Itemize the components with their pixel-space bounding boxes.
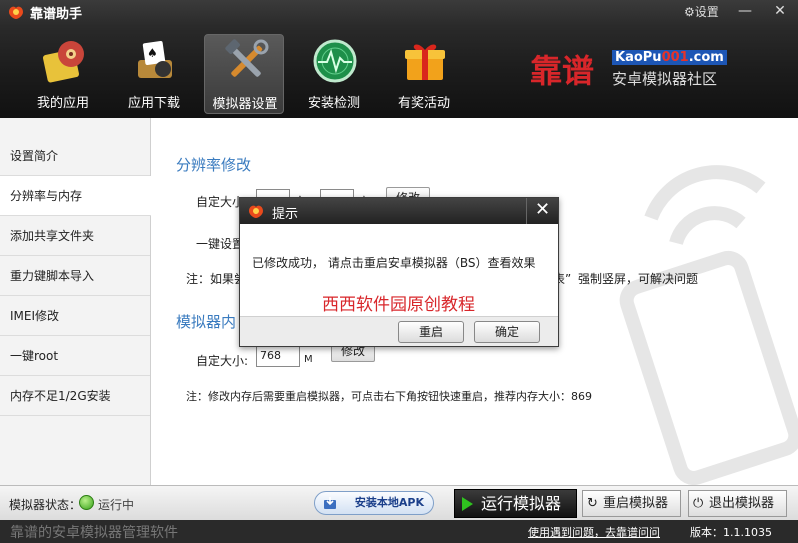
nav-rewards[interactable]: 有奖活动 xyxy=(384,34,464,114)
restart-emulator-label: 重启模拟器 xyxy=(603,496,669,511)
install-apk-button[interactable]: 安装本地APK xyxy=(314,491,434,515)
dialog-title: 提示 xyxy=(272,207,299,222)
dialog-ok-button[interactable]: 确定 xyxy=(474,321,540,343)
footer-slogan: 靠谱的安卓模拟器管理软件 xyxy=(10,525,178,541)
nav-label-install-check: 安装检测 xyxy=(307,96,360,111)
download-icon: ♠ xyxy=(138,40,172,78)
brand-url-number: 001 xyxy=(661,50,689,65)
play-icon xyxy=(462,497,473,511)
phone-watermark-icon xyxy=(619,165,798,485)
minimize-button[interactable]: — xyxy=(733,1,757,21)
restart-icon: ↻ xyxy=(587,496,598,511)
resolution-custom-label: 自定大小 xyxy=(196,195,245,209)
nav-label-app-download: 应用下载 xyxy=(127,96,180,111)
status-bar: 模拟器状态： 运行中 安装本地APK 运行模拟器 ↻ 重启模拟器 ⏻ 退出模拟器 xyxy=(0,485,798,520)
resolution-note-prefix: 注：如果尝 xyxy=(186,272,247,286)
dialog-watermark: 西西软件园原创教程 xyxy=(322,295,475,315)
brand-url-prefix: KaoPu xyxy=(615,50,662,65)
brand-logo: 靠谱 KaoPu001.com 安卓模拟器社区 xyxy=(530,46,760,92)
sidebar: 设置简介 分辨率与内存 添加共享文件夹 重力键脚本导入 IMEI修改 一键roo… xyxy=(0,118,151,485)
nav-emulator-settings[interactable]: 模拟器设置 xyxy=(204,34,284,114)
sidebar-item-low-memory-install[interactable]: 内存不足1/2G安装 xyxy=(0,376,150,416)
status-indicator-icon xyxy=(79,495,94,510)
nav-label-my-apps: 我的应用 xyxy=(36,96,89,111)
settings-label: 设置 xyxy=(694,5,719,19)
gift-icon xyxy=(405,44,445,80)
apk-install-icon xyxy=(324,497,336,509)
nav-app-download[interactable]: ♠ 应用下载 xyxy=(114,34,194,114)
help-link[interactable]: 使用遇到问题，去靠谱问问 xyxy=(528,524,660,540)
success-dialog: 提示 ✕ 已修改成功， 请点击重启安卓模拟器（BS）查看效果 西西软件园原创教程… xyxy=(239,197,559,347)
close-window-button[interactable]: ✕ xyxy=(768,1,792,21)
nav-label-rewards: 有奖活动 xyxy=(397,96,450,111)
version-label: 版本：1.1.1035 xyxy=(690,526,772,539)
brand-logo-text: 靠谱 xyxy=(530,52,595,90)
radar-icon xyxy=(313,39,357,83)
oneclick-setting-label: 一键设置 xyxy=(196,237,245,251)
nav-my-apps[interactable]: 我的应用 xyxy=(23,34,103,114)
memory-title: 模拟器内 xyxy=(176,313,237,331)
resolution-note-suffix: 强制竖屏，可解决问题 xyxy=(578,272,699,286)
install-apk-label: 安装本地APK xyxy=(354,496,424,509)
sidebar-item-root[interactable]: 一键root xyxy=(0,336,150,376)
dialog-restart-button[interactable]: 重启 xyxy=(398,321,464,343)
dialog-footer: 重启 确定 xyxy=(240,316,558,346)
exit-emulator-button[interactable]: ⏻ 退出模拟器 xyxy=(688,490,787,517)
title-bar: 靠谱助手 ⚙设置 — ✕ xyxy=(0,0,798,24)
memory-note: 注：修改内存后需要重启模拟器，可点击右下角按钮快速重启，推荐内存大小：869 xyxy=(186,390,592,403)
sidebar-item-shared-folder[interactable]: 添加共享文件夹 xyxy=(0,216,150,256)
app-title: 靠谱助手 xyxy=(30,7,83,22)
brand-url: KaoPu001.com xyxy=(612,50,727,65)
nav-label-emulator-settings: 模拟器设置 xyxy=(212,97,278,112)
app-logo-icon xyxy=(9,6,23,19)
memory-custom-label: 自定大小: xyxy=(196,354,249,368)
dialog-header: 提示 ✕ xyxy=(240,198,558,224)
my-apps-icon xyxy=(42,41,84,83)
resolution-title: 分辨率修改 xyxy=(176,156,252,174)
run-emulator-label: 运行模拟器 xyxy=(481,494,562,513)
emulator-status-label: 模拟器状态： xyxy=(9,498,82,512)
settings-button[interactable]: ⚙设置 xyxy=(684,3,719,20)
memory-size-input[interactable]: 768 xyxy=(256,345,300,367)
nav-install-check[interactable]: 安装检测 xyxy=(294,34,374,114)
dialog-close-button[interactable]: ✕ xyxy=(526,198,558,224)
sidebar-item-resolution-memory[interactable]: 分辨率与内存 xyxy=(0,176,151,216)
footer: 靠谱的安卓模拟器管理软件 使用遇到问题，去靠谱问问 版本：1.1.1035 xyxy=(0,520,798,543)
top-bar: 靠谱助手 ⚙设置 — ✕ 我的应用 ♠ 应用下载 模拟器设置 安装检测 有奖活动… xyxy=(0,0,798,118)
sidebar-item-gravity-script[interactable]: 重力键脚本导入 xyxy=(0,256,150,296)
power-icon: ⏻ xyxy=(693,496,704,511)
exit-emulator-label: 退出模拟器 xyxy=(709,496,775,511)
brand-url-suffix: .com xyxy=(688,50,724,65)
dialog-logo-icon xyxy=(249,205,263,218)
svg-text:♠: ♠ xyxy=(147,46,158,60)
memory-unit: M xyxy=(304,354,313,365)
emulator-status-value: 运行中 xyxy=(98,498,135,512)
dialog-message: 已修改成功， 请点击重启安卓模拟器（BS）查看效果 xyxy=(252,256,536,270)
sidebar-item-intro[interactable]: 设置简介 xyxy=(0,136,150,176)
restart-emulator-button[interactable]: ↻ 重启模拟器 xyxy=(582,490,681,517)
sidebar-item-imei[interactable]: IMEI修改 xyxy=(0,296,150,336)
run-emulator-button[interactable]: 运行模拟器 xyxy=(454,489,577,518)
tools-icon xyxy=(225,39,269,77)
brand-subtitle: 安卓模拟器社区 xyxy=(612,70,718,88)
